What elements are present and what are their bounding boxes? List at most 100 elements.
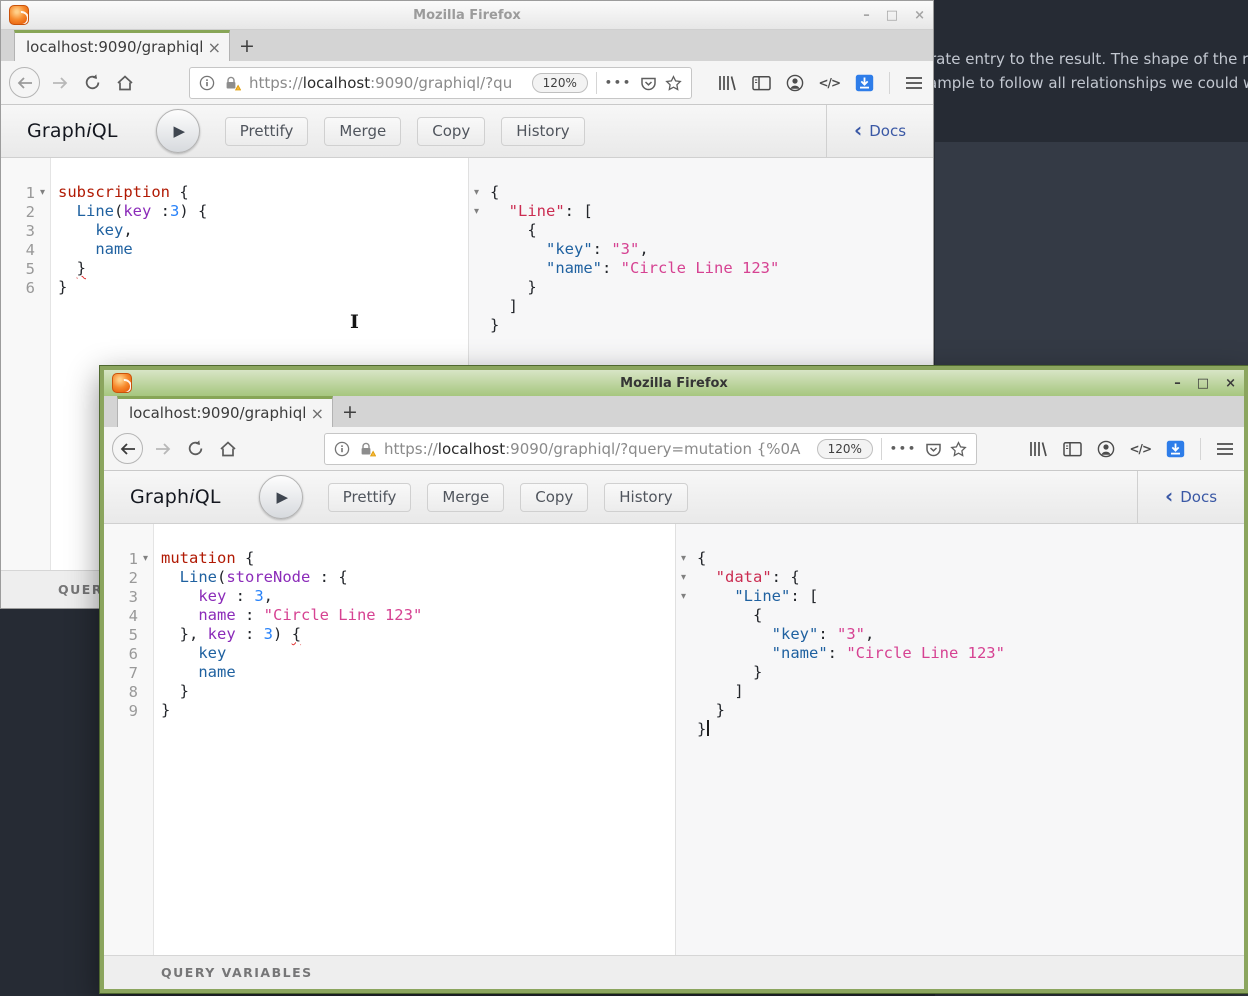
download-icon[interactable] xyxy=(1166,440,1185,458)
developer-code-icon[interactable]: </> xyxy=(819,76,841,90)
account-icon[interactable] xyxy=(1097,440,1115,458)
back-button[interactable] xyxy=(9,67,40,98)
download-icon[interactable] xyxy=(855,74,874,92)
copy-button[interactable]: Copy xyxy=(520,483,588,512)
bookmark-star-icon[interactable] xyxy=(665,75,682,91)
reload-button[interactable] xyxy=(80,74,105,91)
merge-button[interactable]: Merge xyxy=(324,117,401,146)
minimize-button[interactable]: – xyxy=(863,9,870,22)
code-line: { xyxy=(490,221,933,240)
zoom-level-badge[interactable]: 120% xyxy=(817,439,873,459)
query-editor-pane[interactable]: 1▾23456789 mutation { Line(storeNode : {… xyxy=(104,524,675,955)
back-button[interactable] xyxy=(112,433,143,464)
execute-query-button[interactable]: ▶ xyxy=(156,109,200,153)
copy-button[interactable]: Copy xyxy=(417,117,485,146)
gutter-row xyxy=(469,259,486,278)
pocket-icon[interactable] xyxy=(640,75,657,91)
maximize-button[interactable]: □ xyxy=(886,9,898,22)
page-actions-icon[interactable]: ••• xyxy=(890,442,917,455)
docs-link[interactable]: ‹Docs xyxy=(826,105,933,157)
query-editor[interactable]: mutation { Line(storeNode : { key : 3, n… xyxy=(154,524,675,955)
insecure-lock-icon[interactable] xyxy=(358,441,376,457)
pocket-icon[interactable] xyxy=(925,441,942,457)
fold-arrow-icon[interactable]: ▾ xyxy=(469,187,484,198)
gutter-row xyxy=(676,663,693,682)
menu-icon[interactable] xyxy=(1216,442,1234,456)
code-line: name xyxy=(161,663,675,682)
url-text[interactable]: https://localhost:9090/graphiql/?query=m… xyxy=(384,440,809,458)
navigation-toolbar: https://localhost:9090/graphiql/?query=m… xyxy=(104,427,1244,471)
fold-arrow-icon[interactable]: ▾ xyxy=(676,553,691,564)
minimize-button[interactable]: – xyxy=(1174,377,1181,390)
close-button[interactable]: × xyxy=(914,9,925,22)
home-button[interactable] xyxy=(112,75,138,91)
library-icon[interactable] xyxy=(717,74,737,92)
history-button[interactable]: History xyxy=(501,117,584,146)
tab-localhost-graphiql[interactable]: localhost:9090/graphiql/ × xyxy=(117,396,333,427)
url-bar[interactable]: https://localhost:9090/graphiql/?query=m… xyxy=(324,433,977,465)
new-tab-button[interactable]: + xyxy=(230,30,264,61)
line-number: 9 xyxy=(104,702,138,720)
developer-code-icon[interactable]: </> xyxy=(1130,442,1152,456)
toolbar-separator xyxy=(889,72,890,94)
titlebar[interactable]: Mozilla Firefox – □ × xyxy=(1,1,933,30)
maximize-button[interactable]: □ xyxy=(1197,377,1209,390)
bookmark-star-icon[interactable] xyxy=(950,441,967,457)
toolbar-icons: </> xyxy=(717,72,924,94)
tab-close-icon[interactable]: × xyxy=(311,404,324,423)
fold-arrow-icon[interactable]: ▾ xyxy=(676,572,691,583)
code-line: } xyxy=(161,701,675,720)
code-line: key : 3, xyxy=(161,587,675,606)
code-line: subscription { xyxy=(58,183,468,202)
reload-button[interactable] xyxy=(183,440,208,457)
line-number: 1 xyxy=(1,184,35,202)
titlebar[interactable]: Mozilla Firefox – □ × xyxy=(104,370,1244,396)
execute-query-button[interactable]: ▶ xyxy=(259,475,303,519)
insecure-lock-icon[interactable] xyxy=(223,75,241,91)
toolbar-separator xyxy=(1200,438,1201,460)
forward-button[interactable] xyxy=(47,76,73,90)
query-variables-bar[interactable]: QUERY VARIABLES xyxy=(104,955,1244,989)
graphiql-editors: 1▾23456789 mutation { Line(storeNode : {… xyxy=(104,524,1244,955)
menu-icon[interactable] xyxy=(905,76,923,90)
sidebar-icon[interactable] xyxy=(752,75,771,91)
page-actions-icon[interactable]: ••• xyxy=(605,76,632,89)
line-number: 5 xyxy=(1,260,35,278)
code-line: "name": "Circle Line 123" xyxy=(490,259,933,278)
history-button[interactable]: History xyxy=(604,483,687,512)
prettify-button[interactable]: Prettify xyxy=(328,483,412,512)
background-doc-text-line2: ample to follow all relationships we cou… xyxy=(928,74,1248,92)
fold-arrow-icon[interactable]: ▾ xyxy=(35,187,50,198)
sidebar-icon[interactable] xyxy=(1063,441,1082,457)
zoom-level-badge[interactable]: 120% xyxy=(532,73,588,93)
line-number: 3 xyxy=(1,222,35,240)
tab-close-icon[interactable]: × xyxy=(208,38,221,57)
merge-button[interactable]: Merge xyxy=(427,483,504,512)
tab-bar: localhost:9090/graphiql/ × + xyxy=(104,396,1244,427)
home-button[interactable] xyxy=(215,441,241,457)
fold-arrow-icon[interactable]: ▾ xyxy=(138,553,153,564)
result-viewer: { "data": { "Line": [ { "key": "3", "nam… xyxy=(693,524,1244,955)
url-bar[interactable]: https://localhost:9090/graphiql/?qu 120%… xyxy=(189,67,692,99)
code-line: ] xyxy=(697,682,1244,701)
url-text[interactable]: https://localhost:9090/graphiql/?qu xyxy=(249,74,524,92)
page-info-icon[interactable] xyxy=(334,441,350,457)
code-line: "Line": [ xyxy=(697,587,1244,606)
gutter-row: 3 xyxy=(104,587,153,606)
tab-localhost-graphiql[interactable]: localhost:9090/graphiql/ × xyxy=(14,30,230,61)
account-icon[interactable] xyxy=(786,74,804,92)
forward-button[interactable] xyxy=(150,442,176,456)
window-title: Mozilla Firefox xyxy=(1,8,933,23)
fold-arrow-icon[interactable]: ▾ xyxy=(676,591,691,602)
close-button[interactable]: × xyxy=(1225,377,1236,390)
code-line: } xyxy=(697,701,1244,720)
library-icon[interactable] xyxy=(1028,440,1048,458)
code-line: key xyxy=(161,644,675,663)
docs-link[interactable]: ‹Docs xyxy=(1137,471,1244,523)
fold-arrow-icon[interactable]: ▾ xyxy=(469,206,484,217)
prettify-button[interactable]: Prettify xyxy=(225,117,309,146)
new-tab-button[interactable]: + xyxy=(333,396,367,427)
graphiql-toolbar: GraphiQL ▶ Prettify Merge Copy History ‹… xyxy=(1,105,933,158)
result-pane: ▾ ▾ ▾ { "data": { "Line": [ { "key": "3", … xyxy=(675,524,1244,955)
page-info-icon[interactable] xyxy=(199,75,215,91)
